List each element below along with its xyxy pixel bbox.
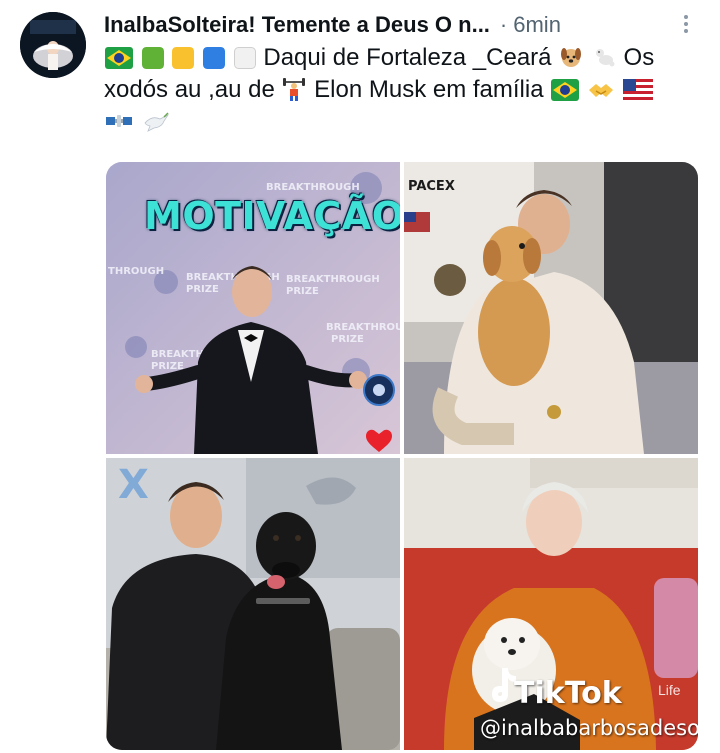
post-text-os: Os [623,44,655,71]
post-text-line1: Daqui de Fortaleza _Ceará Os [104,42,704,74]
x-logo-wall: X [118,462,149,508]
man-with-puppy-photo: PACEX [404,162,698,454]
backdrop-text-10: PRIZE [331,334,364,345]
brazil-flag-icon [105,47,133,69]
yellow-square-icon [172,47,195,69]
brazil-flag-icon-2 [551,79,580,101]
author-name[interactable]: InalbaSolteira! Temente a Deus O n... [104,12,490,38]
spacex-logo: PACEX [408,179,455,194]
white-square-icon [233,47,256,69]
post-text-xodos: xodós au ,au de [104,76,275,103]
backdrop-text-5: PRIZE [186,284,219,295]
author-avatar[interactable] [20,12,86,78]
media-image-4[interactable]: TikTok Life @inalbabarbosadeso [404,458,698,750]
weightlifter-icon [283,78,306,101]
media-image-2[interactable]: PACEX [404,162,698,454]
motivacao-overlay: MOTIVAÇÃO [144,194,400,238]
dog-face-icon [561,48,582,67]
handshake-icon [588,84,613,97]
satellite-icon [106,115,132,127]
backdrop-text-3: PRIZE [286,286,319,297]
post-text-elon: Elon Musk em família [314,76,544,103]
tiktok-watermark: TikTok [514,676,622,711]
media-image-1[interactable]: BREAKTHROUGH BREAKTHROUGH PRIZE BREAKTHR… [106,162,400,454]
usa-flag-icon [622,79,653,101]
post-text-fortaleza: Daqui de Fortaleza _Ceará [263,44,552,71]
more-vertical-icon[interactable] [676,12,696,38]
poodle-icon [595,49,615,67]
backdrop-text-9: BREAKTHROUGH [326,322,400,333]
backdrop-text-2: BREAKTHROUGH [286,274,380,285]
media-grid: BREAKTHROUGH BREAKTHROUGH PRIZE BREAKTHR… [106,162,698,750]
green-square-icon [141,47,164,69]
tiktok-handle-watermark: @inalbabarbosadeso [480,716,698,740]
backdrop-text-1: BREAKTHROUGH [266,182,360,193]
dove-icon [144,112,169,132]
post-timestamp[interactable]: 6min [513,12,561,38]
post-text-line3 [104,106,704,138]
man-with-black-labrador-photo: X [106,458,400,750]
post-text-line2: xodós au ,au de Elon Musk em família [104,74,704,106]
media-image-3[interactable]: X [106,458,400,750]
post-header: InalbaSolteira! Temente a Deus O n... · … [104,8,704,42]
tiktok-life-suffix: Life [658,682,681,698]
post-text: Daqui de Fortaleza _Ceará Os xodós au ,a… [104,42,704,138]
separator-dot: · [499,12,508,37]
backdrop-text-8: THROUGH [108,266,164,277]
blue-square-icon [203,47,226,69]
avatar-image [20,12,86,78]
